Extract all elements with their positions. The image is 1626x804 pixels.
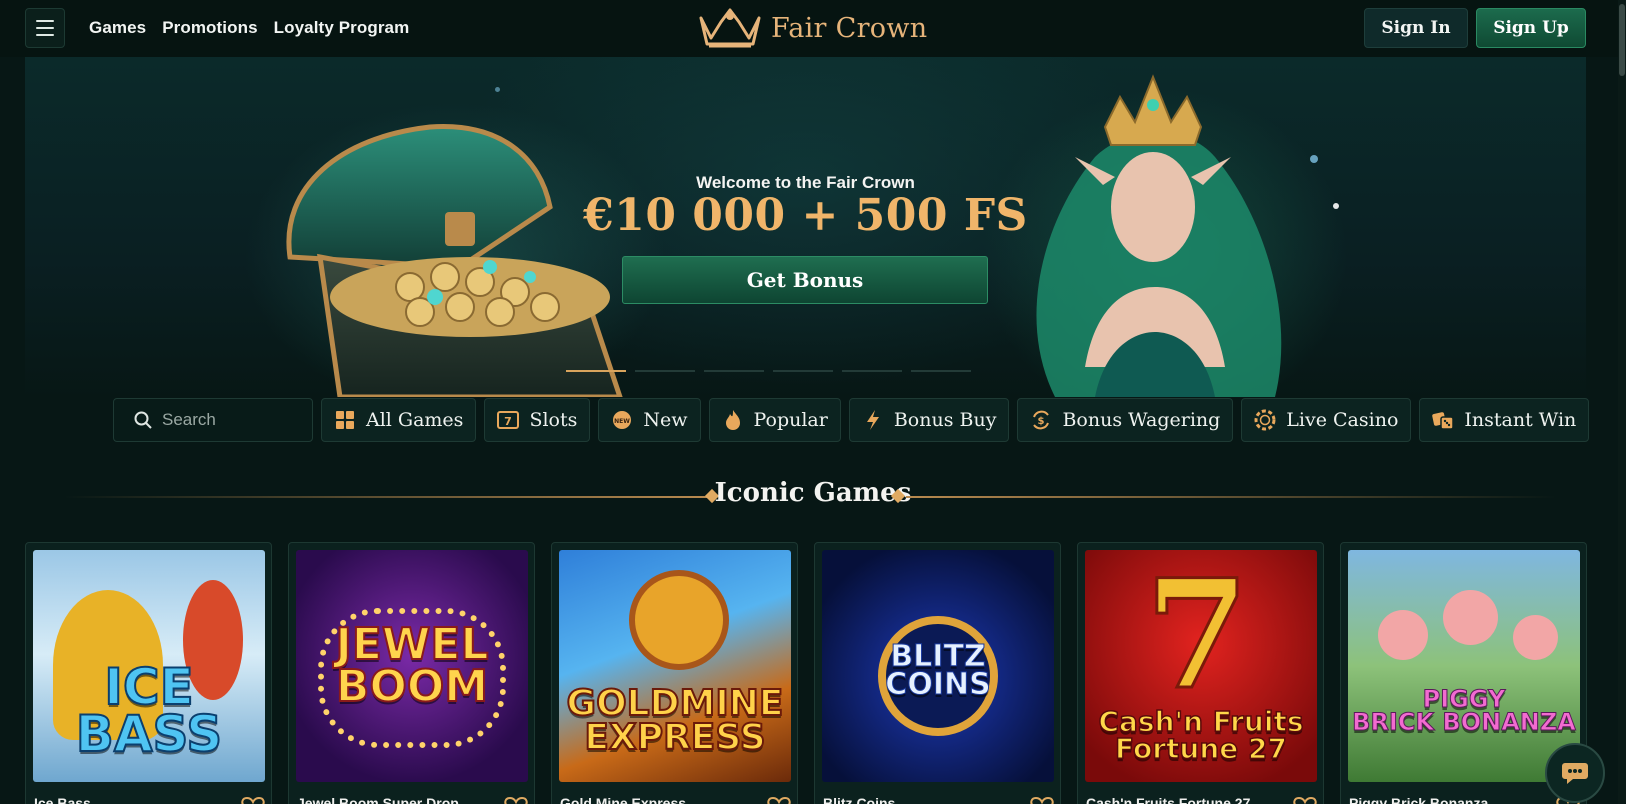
favorite-heart-icon[interactable] xyxy=(1293,796,1317,804)
coin-exchange-icon: $ xyxy=(1030,409,1052,431)
grid-icon xyxy=(334,409,356,431)
game-title: Gold Mine Express xyxy=(560,795,687,804)
favorite-heart-icon[interactable] xyxy=(241,796,265,804)
filter-label: Instant Win xyxy=(1464,409,1577,431)
game-thumbnail[interactable]: GOLDMINE EXPRESS xyxy=(559,550,791,782)
carousel-dot-2[interactable] xyxy=(635,370,695,372)
game-art-title: JEWEL BOOM xyxy=(334,619,489,712)
game-art-title: GOLDMINE EXPRESS xyxy=(566,682,785,758)
search-input[interactable]: Search xyxy=(113,398,313,442)
game-grid: ICE BASS Ice Bass JEWEL BOOM Jewel Boom … xyxy=(25,542,1587,804)
filter-label: Slots xyxy=(529,409,578,431)
filter-all-games[interactable]: All Games xyxy=(321,398,477,442)
section-heading: Iconic Games xyxy=(0,478,1626,514)
fire-icon xyxy=(722,409,744,431)
game-title: Cash'n Fruits Fortune 27 xyxy=(1086,795,1251,804)
svg-text:7: 7 xyxy=(505,415,513,428)
carousel-dot-4[interactable] xyxy=(773,370,833,372)
sign-up-button[interactable]: Sign Up xyxy=(1476,8,1586,48)
game-title: Ice Bass xyxy=(34,795,91,804)
carousel-dot-3[interactable] xyxy=(704,370,764,372)
lightning-icon xyxy=(862,409,884,431)
chat-bubble-icon xyxy=(1562,763,1588,784)
page-scrollbar[interactable] xyxy=(1618,0,1626,804)
dice-icon xyxy=(1432,409,1455,431)
filter-label: Live Casino xyxy=(1286,409,1399,431)
top-header: Games Promotions Loyalty Program Fair Cr… xyxy=(0,0,1626,57)
game-title: Jewel Boom Super Drop xyxy=(297,795,459,804)
hero-banner[interactable]: Welcome to the Fair Crown €10 000 + 500 … xyxy=(25,57,1586,397)
nav-loyalty-program[interactable]: Loyalty Program xyxy=(274,18,410,38)
filter-label: Bonus Wagering xyxy=(1062,409,1221,431)
carousel-dot-5[interactable] xyxy=(842,370,902,372)
treasure-chest-illustration xyxy=(286,124,623,397)
game-filter-bar: Search All Games 7 Slots NEW New Popular… xyxy=(113,398,1590,442)
slots-icon: 7 xyxy=(497,409,520,431)
game-title: Piggy Brick Bonanza xyxy=(1349,795,1489,804)
favorite-heart-icon[interactable] xyxy=(1030,796,1054,804)
live-chat-button[interactable] xyxy=(1545,743,1605,803)
main-nav: Games Promotions Loyalty Program xyxy=(89,18,409,38)
get-bonus-button[interactable]: Get Bonus xyxy=(622,256,988,304)
game-thumbnail[interactable]: PIGGY BRICK BONANZA xyxy=(1348,550,1580,782)
game-thumbnail[interactable]: JEWEL BOOM xyxy=(296,550,528,782)
game-card-ice-bass[interactable]: ICE BASS Ice Bass xyxy=(25,542,272,804)
filter-slots[interactable]: 7 Slots xyxy=(484,398,591,442)
crown-logo-icon xyxy=(699,8,761,48)
game-thumbnail[interactable]: 7 Cash'n Fruits Fortune 27 xyxy=(1085,550,1317,782)
menu-icon[interactable] xyxy=(25,8,65,48)
filter-label: Bonus Buy xyxy=(893,409,997,431)
filter-label: Popular xyxy=(753,409,828,431)
filter-popular[interactable]: Popular xyxy=(708,398,841,442)
nav-games[interactable]: Games xyxy=(89,18,146,38)
nav-promotions[interactable]: Promotions xyxy=(162,18,257,38)
site-logo[interactable]: Fair Crown xyxy=(697,6,927,50)
carousel-dot-1[interactable] xyxy=(566,370,626,372)
filter-label: All Games xyxy=(366,409,464,431)
carousel-indicators xyxy=(566,370,971,372)
game-art-title: PIGGY BRICK BONANZA xyxy=(1352,685,1577,736)
section-title: Iconic Games xyxy=(714,478,912,508)
search-placeholder: Search xyxy=(162,410,216,429)
logo-text: Fair Crown xyxy=(771,12,928,44)
filter-live-casino[interactable]: Live Casino xyxy=(1241,398,1412,442)
filter-bonus-wagering[interactable]: $ Bonus Wagering xyxy=(1017,398,1234,442)
carousel-dot-6[interactable] xyxy=(911,370,971,372)
chip-icon xyxy=(1254,409,1276,431)
sign-in-button[interactable]: Sign In xyxy=(1364,8,1468,48)
new-badge-icon: NEW xyxy=(611,409,633,431)
divider xyxy=(906,496,1556,498)
search-icon xyxy=(134,411,152,429)
favorite-heart-icon[interactable] xyxy=(504,796,528,804)
filter-instant-win[interactable]: Instant Win xyxy=(1419,398,1590,442)
hero-bonus-amount: €10 000 + 500 FS xyxy=(583,190,1028,241)
svg-text:NEW: NEW xyxy=(614,418,630,425)
filter-new[interactable]: NEW New xyxy=(598,398,701,442)
game-card-blitz-coins[interactable]: BLITZ COINS Blitz Coins xyxy=(814,542,1061,804)
game-art-title: ICE BASS xyxy=(75,657,224,763)
game-thumbnail[interactable]: BLITZ COINS xyxy=(822,550,1054,782)
svg-text:$: $ xyxy=(1038,416,1045,427)
game-thumbnail[interactable]: ICE BASS xyxy=(33,550,265,782)
game-card-cashn-fruits[interactable]: 7 Cash'n Fruits Fortune 27 Cash'n Fruits… xyxy=(1077,542,1324,804)
filter-label: New xyxy=(643,409,688,431)
filter-bonus-buy[interactable]: Bonus Buy xyxy=(848,398,1010,442)
game-art-title: Cash'n Fruits Fortune 27 xyxy=(1098,705,1305,765)
sparkle xyxy=(495,87,500,92)
game-card-gold-mine-express[interactable]: GOLDMINE EXPRESS Gold Mine Express xyxy=(551,542,798,804)
favorite-heart-icon[interactable] xyxy=(767,796,791,804)
game-title: Blitz Coins xyxy=(823,795,896,804)
game-card-jewel-boom[interactable]: JEWEL BOOM Jewel Boom Super Drop xyxy=(288,542,535,804)
game-art-title: BLITZ COINS xyxy=(885,638,991,702)
scrollbar-thumb[interactable] xyxy=(1619,4,1625,76)
